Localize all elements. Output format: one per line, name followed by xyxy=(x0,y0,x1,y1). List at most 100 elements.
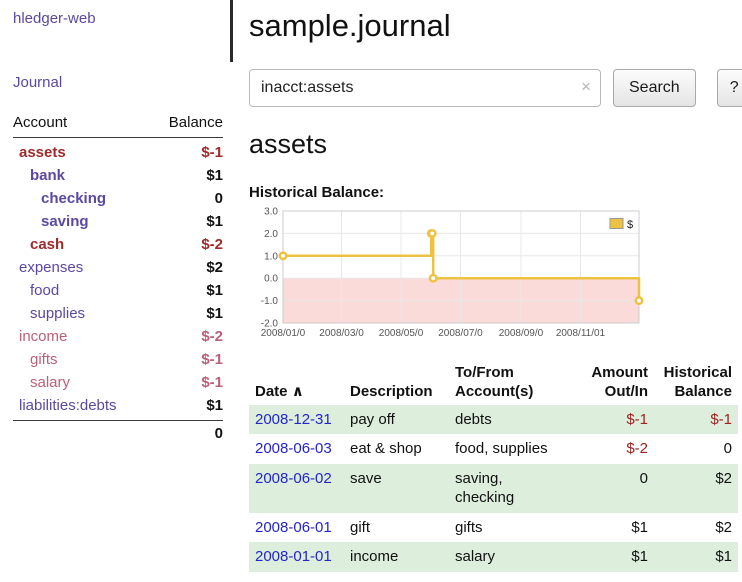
transaction-balance: 0 xyxy=(654,434,738,464)
transaction-accounts: debts xyxy=(449,405,574,435)
transaction-description: income xyxy=(344,542,449,572)
transaction-amount: $-2 xyxy=(574,434,654,464)
transaction-date-link[interactable]: 2008-06-01 xyxy=(249,513,344,543)
transaction-accounts: gifts xyxy=(449,513,574,543)
account-row: cash$-2 xyxy=(13,233,223,256)
register-row: 2008-12-31pay offdebts$-1$-1 xyxy=(249,405,738,435)
account-row: expenses$2 xyxy=(13,256,223,279)
register-col-description: Description xyxy=(344,361,449,405)
register-col-balance: Historical Balance xyxy=(654,361,738,405)
transaction-accounts: food, supplies xyxy=(449,434,574,464)
balance-header-line1: Historical xyxy=(660,364,732,383)
account-balance: $1 xyxy=(151,210,223,233)
transaction-balance: $2 xyxy=(654,513,738,543)
transaction-date-link[interactable]: 2008-06-02 xyxy=(249,464,344,513)
svg-text:3.0: 3.0 xyxy=(264,207,278,218)
search-row: × Search ? xyxy=(249,69,742,107)
transaction-amount: $1 xyxy=(574,542,654,572)
account-balance: $-2 xyxy=(151,325,223,348)
svg-text:2008/07/0: 2008/07/0 xyxy=(438,328,483,339)
accounts-header-balance: Balance xyxy=(151,112,223,138)
account-balance: $1 xyxy=(151,302,223,325)
account-link[interactable]: expenses xyxy=(13,256,151,279)
clear-search-icon[interactable]: × xyxy=(581,78,591,95)
transaction-balance: $2 xyxy=(654,464,738,513)
account-row: salary$-1 xyxy=(13,371,223,394)
svg-text:2008/03/0: 2008/03/0 xyxy=(319,328,364,339)
svg-text:2008/05/0: 2008/05/0 xyxy=(379,328,424,339)
search-button[interactable]: Search xyxy=(613,69,696,107)
account-balance: $-1 xyxy=(151,371,223,394)
account-balance: $-1 xyxy=(151,138,223,165)
account-row: saving$1 xyxy=(13,210,223,233)
account-link[interactable]: gifts xyxy=(13,348,151,371)
account-balance: $-2 xyxy=(151,233,223,256)
account-link[interactable]: assets xyxy=(13,138,151,165)
svg-text:2008/09/0: 2008/09/0 xyxy=(499,328,544,339)
accounts-header-line1: To/From xyxy=(455,364,568,383)
register-row: 2008-06-02savesaving,checking0$2 xyxy=(249,464,738,513)
account-row: assets$-1 xyxy=(13,138,223,165)
sidebar-scrollbar[interactable] xyxy=(230,0,233,62)
account-link[interactable]: liabilities:debts xyxy=(13,394,151,421)
account-link[interactable]: food xyxy=(13,279,151,302)
register-row: 2008-06-01giftgifts$1$2 xyxy=(249,513,738,543)
account-heading: assets xyxy=(249,129,742,160)
accounts-total-value: 0 xyxy=(151,421,223,446)
register-row: 2008-01-01incomesalary$1$1 xyxy=(249,542,738,572)
app-title-link[interactable]: hledger-web xyxy=(13,10,223,27)
account-row: bank$1 xyxy=(13,164,223,187)
amount-header-line2: Out/In xyxy=(580,383,648,402)
accounts-header-account: Account xyxy=(13,112,151,138)
account-row: checking0 xyxy=(13,187,223,210)
account-row: supplies$1 xyxy=(13,302,223,325)
account-link[interactable]: supplies xyxy=(13,302,151,325)
register-col-date[interactable]: Date ∧ xyxy=(249,361,344,405)
hledger-web-app: hledger-web Journal Account Balance asse… xyxy=(0,0,742,582)
account-row: income$-2 xyxy=(13,325,223,348)
help-button[interactable]: ? xyxy=(717,69,742,107)
search-box: × xyxy=(249,69,601,107)
accounts-header-line2: Account(s) xyxy=(455,383,568,402)
account-balance: $2 xyxy=(151,256,223,279)
transaction-balance: $-1 xyxy=(654,405,738,435)
accounts-total-row: 0 xyxy=(13,421,223,446)
account-link[interactable]: income xyxy=(13,325,151,348)
transaction-description: save xyxy=(344,464,449,513)
date-header-label: Date xyxy=(255,383,288,400)
svg-text:2008/01/0: 2008/01/0 xyxy=(261,328,306,339)
account-balance: 0 xyxy=(151,187,223,210)
search-input[interactable] xyxy=(249,69,601,107)
account-link[interactable]: checking xyxy=(13,187,151,210)
transaction-amount: $-1 xyxy=(574,405,654,435)
transaction-date-link[interactable]: 2008-01-01 xyxy=(249,542,344,572)
historical-balance-chart: 3.02.01.00.0-1.0-2.02008/01/02008/03/020… xyxy=(249,205,742,351)
account-link[interactable]: cash xyxy=(13,233,151,256)
account-balance: $1 xyxy=(151,164,223,187)
svg-text:0.0: 0.0 xyxy=(264,274,278,285)
page-title: sample.journal xyxy=(249,8,742,44)
account-row: food$1 xyxy=(13,279,223,302)
account-balance: $-1 xyxy=(151,348,223,371)
account-link[interactable]: salary xyxy=(13,371,151,394)
register-table: Date ∧ Description To/From Account(s) Am… xyxy=(249,361,738,572)
chart-title: Historical Balance: xyxy=(249,184,742,201)
transaction-accounts: salary xyxy=(449,542,574,572)
transaction-date-link[interactable]: 2008-06-03 xyxy=(249,434,344,464)
account-row: gifts$-1 xyxy=(13,348,223,371)
amount-header-line1: Amount xyxy=(580,364,648,383)
svg-text:2.0: 2.0 xyxy=(264,229,278,240)
transaction-accounts: saving,checking xyxy=(449,464,574,513)
accounts-header-row: Account Balance xyxy=(13,112,223,138)
register-row: 2008-06-03eat & shopfood, supplies$-20 xyxy=(249,434,738,464)
sidebar: hledger-web Journal Account Balance asse… xyxy=(0,0,233,582)
account-link[interactable]: saving xyxy=(13,210,151,233)
journal-link[interactable]: Journal xyxy=(13,74,223,91)
sort-ascending-icon: ∧ xyxy=(292,383,304,400)
svg-text:$: $ xyxy=(627,219,633,231)
transaction-date-link[interactable]: 2008-12-31 xyxy=(249,405,344,435)
account-link[interactable]: bank xyxy=(13,164,151,187)
account-balance: $1 xyxy=(151,394,223,421)
account-row: liabilities:debts$1 xyxy=(13,394,223,421)
transaction-description: eat & shop xyxy=(344,434,449,464)
